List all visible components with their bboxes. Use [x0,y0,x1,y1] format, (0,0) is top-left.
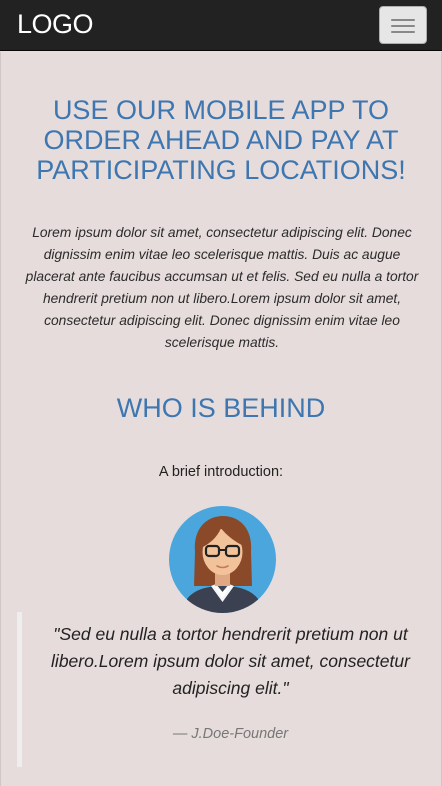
hamburger-icon [391,19,415,21]
menu-toggle-button[interactable] [379,6,427,44]
hero-paragraph: Lorem ipsum dolor sit amet, consectetur … [25,225,419,350]
logo[interactable]: LOGO [17,8,94,40]
hamburger-icon [391,31,415,33]
hamburger-icon [391,25,415,27]
quote-author: — J.Doe-Founder [172,726,289,742]
section-subtitle: A brief introduction: [158,464,284,480]
founder-quote: "Sed eu nulla a tortor hendrerit pretium… [17,612,421,767]
quote-text: "Sed eu nulla a tortor hendrerit pretium… [51,624,410,698]
woman-avatar-icon [169,506,276,613]
top-navbar: LOGO [0,0,442,51]
section-title: WHO IS BEHIND [116,393,326,423]
hero-headline: USE OUR MOBILE APP TO ORDER AHEAD AND PA… [36,95,406,185]
